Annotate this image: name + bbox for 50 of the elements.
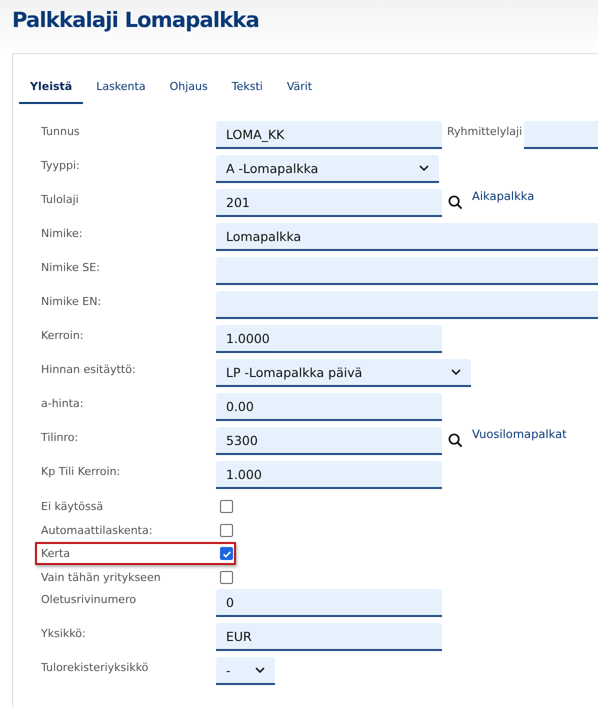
field-label: Automaattilaskenta: xyxy=(41,524,154,537)
field-label: Kerroin: xyxy=(41,328,85,342)
field-label: Tulolaji xyxy=(41,192,80,206)
tab[interactable]: Teksti xyxy=(220,78,274,104)
checkbox[interactable] xyxy=(220,524,233,537)
input-field[interactable]: EUR xyxy=(216,623,442,651)
search-icon[interactable] xyxy=(448,195,463,210)
field-label: Tilinro: xyxy=(41,430,80,444)
chevron-icon xyxy=(419,165,429,171)
input-field[interactable] xyxy=(216,291,598,319)
field-label: Tyyppi: xyxy=(41,158,81,172)
dropdown[interactable]: LP -Lomapalkka päivä xyxy=(216,359,471,387)
field-label: Ei käytössä xyxy=(41,500,104,514)
tab[interactable]: Laskenta xyxy=(85,78,157,104)
search-icon[interactable] xyxy=(448,433,463,448)
input-field[interactable]: 1.000 xyxy=(216,461,442,489)
field-label: a-hinta: xyxy=(41,396,84,410)
checkbox[interactable] xyxy=(220,500,233,514)
field-label: Oletusrivinumero xyxy=(41,592,138,606)
checkbox[interactable] xyxy=(220,547,233,560)
input-field[interactable] xyxy=(216,257,598,285)
page-title: Palkkalaji Lomapalkka xyxy=(12,8,259,32)
chevron-icon xyxy=(451,369,461,375)
field-label: Vain tähän yritykseen xyxy=(41,570,162,584)
input-field[interactable]: Lomapalkka xyxy=(216,223,598,251)
input-field[interactable]: 0 xyxy=(216,589,442,617)
field-label: Nimike EN: xyxy=(41,294,102,308)
field-label: Kp Tili Kerroin: xyxy=(41,464,122,478)
field-label: Hinnan esitäyttö: xyxy=(41,362,137,376)
field-label: Nimike SE: xyxy=(41,260,101,274)
checkbox[interactable] xyxy=(220,570,233,584)
lookup-link[interactable]: Aikapalkka xyxy=(472,189,534,203)
field-label: Ryhmittelylaji xyxy=(446,124,524,138)
input-field[interactable]: LOMA_KK xyxy=(216,121,442,149)
dropdown[interactable]: A -Lomapalkka xyxy=(216,155,439,183)
tab[interactable]: Yleistä xyxy=(19,78,84,104)
field-label: Nimike: xyxy=(41,226,84,240)
lookup-link[interactable]: Vuosilomapalkat xyxy=(472,427,567,441)
field-label: Tunnus xyxy=(41,124,81,138)
tab[interactable]: Ohjaus xyxy=(158,78,219,104)
field-label: Kerta xyxy=(41,547,72,560)
input-field[interactable]: 5300 xyxy=(216,427,442,455)
input-field[interactable]: 201 xyxy=(216,189,442,217)
field-label: Yksikkö: xyxy=(41,626,87,640)
field-label: Tulorekisteriyksikkö xyxy=(41,660,150,674)
tab[interactable]: Värit xyxy=(276,78,324,104)
input-field[interactable]: 0.00 xyxy=(216,393,442,421)
chevron-icon xyxy=(255,667,265,673)
dropdown[interactable]: - xyxy=(216,657,275,685)
input-field[interactable]: 1.0000 xyxy=(216,325,442,353)
